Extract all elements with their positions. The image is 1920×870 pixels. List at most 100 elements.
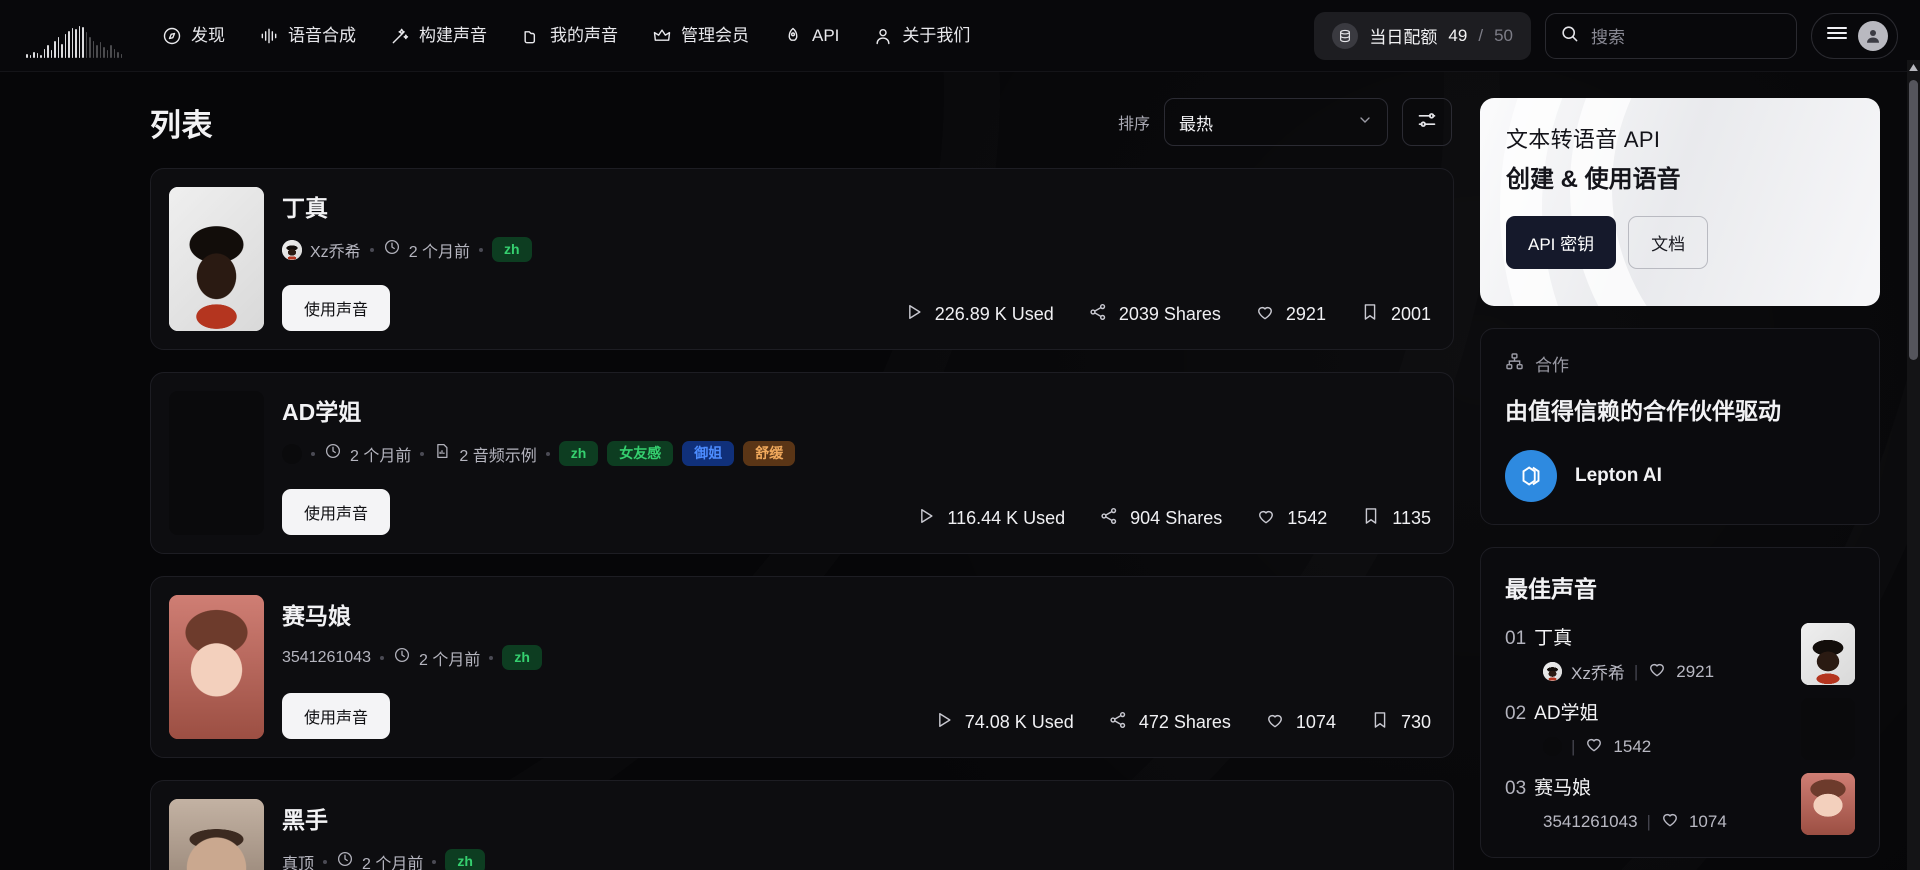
stat-shares-value: 2039 Shares — [1119, 304, 1221, 325]
rocket-icon — [783, 26, 803, 46]
filter-button[interactable] — [1402, 98, 1452, 146]
meta-separator — [370, 248, 374, 252]
nav-item-6[interactable]: API — [769, 17, 853, 55]
voice-time-label: 2 个月前 — [350, 442, 411, 466]
best-voice-rank: 01 — [1505, 628, 1526, 649]
bookmark-icon — [1370, 710, 1390, 735]
user-menu-button[interactable] — [1811, 13, 1898, 59]
voice-author[interactable]: 3541261043 — [282, 649, 371, 667]
play-icon — [904, 302, 924, 327]
best-author-name: 3541261043 — [1543, 812, 1638, 832]
voice-tag[interactable]: zh — [492, 237, 532, 262]
voice-list-column: 列表 排序 最热 — [150, 98, 1454, 870]
voice-tag[interactable]: 女友感 — [607, 441, 673, 466]
logo-bar — [121, 54, 123, 58]
nav-item-2[interactable]: 语音合成 — [245, 17, 370, 55]
voice-author[interactable]: Xz乔希 — [282, 238, 361, 262]
voice-thumbnail[interactable] — [169, 799, 264, 870]
best-voice-row[interactable]: 01丁真Xz乔希|2921 — [1505, 610, 1855, 685]
scroll-up-arrow[interactable] — [1907, 60, 1920, 74]
stat-shares: 2039 Shares — [1088, 302, 1221, 327]
voice-card[interactable]: 赛马娘35412610432 个月前zh使用声音74.08 K Used472 … — [150, 576, 1454, 758]
clock-icon — [383, 238, 401, 261]
stat-used: 226.89 K Used — [904, 302, 1054, 327]
best-voice-row[interactable]: 02AD学姐|1542 — [1505, 685, 1855, 760]
daily-quota-badge[interactable]: 当日配额 49/50 — [1314, 12, 1531, 60]
play-icon — [916, 506, 936, 531]
logo-bar — [107, 50, 109, 58]
best-voice-thumbnail[interactable] — [1801, 623, 1855, 685]
heart-icon — [1265, 710, 1285, 735]
bookmark-icon — [1361, 506, 1381, 531]
nav-item-4[interactable]: 我的声音 — [507, 17, 632, 55]
page-scrollbar[interactable] — [1907, 60, 1920, 870]
nav-item-label: 构建声音 — [419, 27, 487, 44]
voice-thumbnail[interactable] — [169, 391, 264, 535]
voice-thumbnail[interactable] — [169, 187, 264, 331]
nav-item-7[interactable]: 关于我们 — [859, 17, 984, 55]
voice-time-label: 2 个月前 — [409, 238, 470, 262]
voice-tag[interactable]: zh — [445, 849, 485, 870]
best-voice-rank: 02 — [1505, 703, 1526, 724]
voice-author[interactable] — [282, 444, 302, 464]
stat-bookmarks: 730 — [1370, 710, 1431, 735]
use-voice-button[interactable]: 使用声音 — [282, 285, 390, 331]
meta-separator — [489, 656, 493, 660]
heart-icon — [1584, 734, 1604, 759]
voice-time: 2 个月前 — [336, 850, 423, 870]
voice-name: 赛马娘 — [282, 597, 1435, 631]
sort-select[interactable]: 最热 — [1164, 98, 1388, 146]
voice-tag[interactable]: 舒缓 — [743, 441, 795, 466]
database-icon — [1332, 23, 1358, 49]
user-avatar-icon — [1858, 21, 1888, 51]
best-voice-name: 01丁真 — [1505, 623, 1787, 650]
nav-item-3[interactable]: 构建声音 — [376, 17, 501, 55]
nav-item-label: 发现 — [191, 27, 225, 44]
api-docs-button[interactable]: 文档 — [1628, 216, 1708, 269]
bookmark-icon — [1360, 302, 1380, 327]
nav-item-label: 我的声音 — [550, 27, 618, 44]
scrollbar-thumb[interactable] — [1909, 80, 1918, 360]
use-voice-button[interactable]: 使用声音 — [282, 489, 390, 535]
heart-icon — [1647, 659, 1667, 684]
logo-bar — [51, 50, 53, 58]
partner-item[interactable]: Lepton AI — [1505, 450, 1855, 502]
voice-time: 2 个月前 — [324, 442, 411, 466]
sort-select-value: 最热 — [1179, 110, 1213, 135]
stat-used: 116.44 K Used — [916, 506, 1065, 531]
meta-separator — [479, 248, 483, 252]
stat-shares-value: 472 Shares — [1139, 712, 1231, 733]
nav-item-5[interactable]: 管理会员 — [638, 17, 763, 55]
voice-author[interactable]: 真顶 — [282, 850, 314, 870]
stat-likes: 2921 — [1255, 302, 1326, 327]
best-likes-value: 2921 — [1676, 662, 1714, 682]
nav-item-label: 语音合成 — [288, 27, 356, 44]
partner-card: 合作 由值得信赖的合作伙伴驱动 Lepton AI — [1480, 328, 1880, 525]
voice-tag[interactable]: zh — [559, 441, 599, 466]
voice-card[interactable]: AD学姐2 个月前2 音频示例zh女友感御姐舒缓使用声音116.44 K Use… — [150, 372, 1454, 554]
nav-item-1[interactable]: 发现 — [148, 17, 239, 55]
voice-card[interactable]: 黑手真顶2 个月前zh使用声音 — [150, 780, 1454, 870]
best-voice-thumbnail[interactable] — [1801, 698, 1855, 760]
search-input[interactable]: 搜索 — [1545, 13, 1797, 59]
compass-icon — [162, 26, 182, 46]
voice-thumbnail[interactable] — [169, 595, 264, 739]
share-icon — [1108, 710, 1128, 735]
voice-tag[interactable]: zh — [502, 645, 542, 670]
stat-likes: 1074 — [1265, 710, 1336, 735]
stat-likes-value: 1542 — [1287, 508, 1327, 529]
best-voice-thumbnail[interactable] — [1801, 773, 1855, 835]
voice-meta: 2 个月前2 音频示例zh女友感御姐舒缓 — [282, 441, 1435, 466]
nav-item-label: API — [812, 27, 839, 44]
voice-tag[interactable]: 御姐 — [682, 441, 734, 466]
list-header: 列表 排序 最热 — [150, 98, 1454, 146]
voice-name: AD学姐 — [282, 393, 1435, 427]
meta-separator — [380, 656, 384, 660]
waveform-logo[interactable] — [12, 14, 122, 58]
logo-bar — [30, 55, 32, 58]
best-voice-row[interactable]: 03赛马娘3541261043|1074 — [1505, 760, 1855, 835]
api-key-button[interactable]: API 密钥 — [1506, 216, 1616, 269]
logo-bar — [100, 42, 102, 58]
use-voice-button[interactable]: 使用声音 — [282, 693, 390, 739]
voice-card[interactable]: 丁真Xz乔希2 个月前zh使用声音226.89 K Used2039 Share… — [150, 168, 1454, 350]
